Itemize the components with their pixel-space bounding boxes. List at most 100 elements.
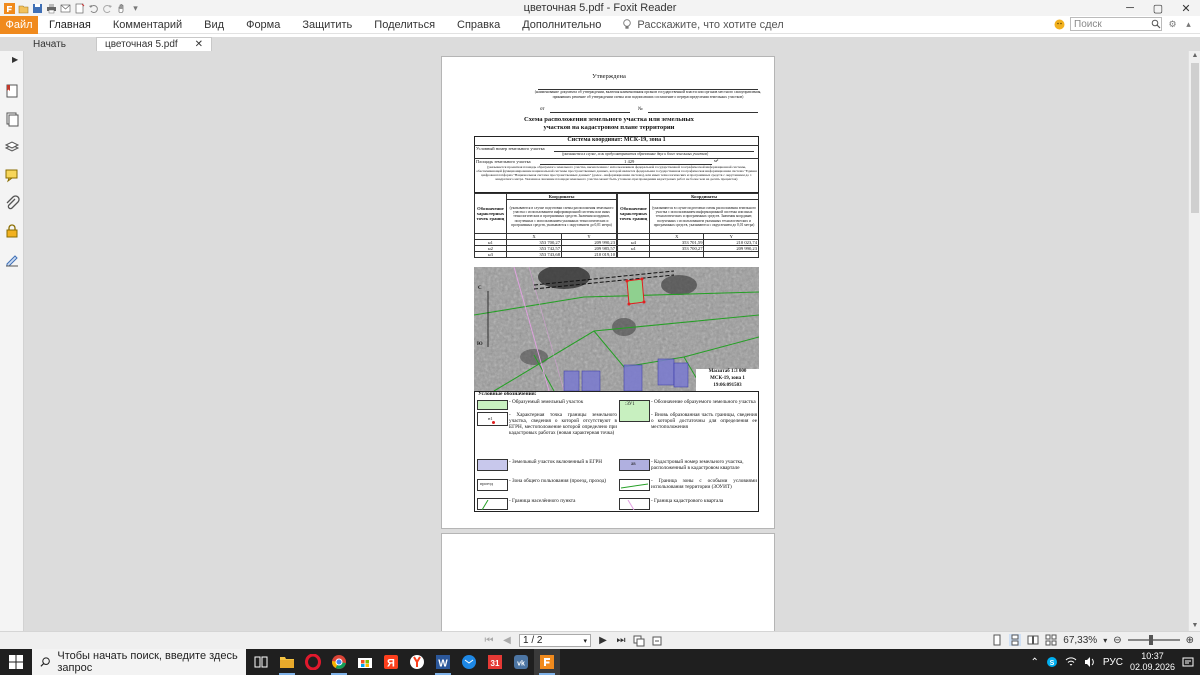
continuous-facing-view-icon[interactable] [1045,634,1057,646]
taskbar-app-foxit-reader[interactable] [534,649,560,675]
close-tab-icon[interactable]: ✕ [195,39,203,50]
tab-help[interactable]: Справка [446,16,511,34]
search-input[interactable]: Поиск [1070,17,1162,31]
open-icon[interactable] [18,3,29,14]
scroll-down-icon[interactable]: ▼ [1190,621,1200,631]
maximize-button[interactable]: ▢ [1144,0,1172,16]
title-bar: ▾ цветочная 5.pdf - Foxit Reader ─ ▢ ✕ [0,0,1200,16]
blank-cell [617,251,650,258]
last-page-icon[interactable]: ⏭ [615,635,627,647]
first-page-icon[interactable]: ⏮ [483,635,495,647]
security-lock-icon[interactable] [4,223,20,239]
zoom-slider-knob[interactable] [1149,635,1154,645]
taskbar-app-opera[interactable] [300,649,326,675]
next-page-icon[interactable]: ▶ [597,635,609,647]
rotate-view-icon[interactable] [651,635,663,647]
taskbar-app-mail[interactable] [456,649,482,675]
continuous-view-icon[interactable] [1009,634,1022,646]
show-hidden-icons-icon[interactable]: ⌃ [1031,657,1039,668]
previous-page-icon[interactable]: ◀ [501,635,513,647]
conditional-number-label: Условный номер земельного участка [476,146,545,151]
tab-start[interactable]: Начать [0,37,90,51]
taskbar-app-calendar[interactable]: 31 [482,649,508,675]
gear-icon[interactable]: ⚙ [1167,19,1178,30]
zoom-in-icon[interactable]: ⊕ [1186,635,1194,646]
start-button[interactable] [0,649,32,675]
calendar-badge: 31 [491,659,500,668]
area-unit: м² [714,158,719,163]
clock[interactable]: 10:37 02.09.2026 [1130,651,1175,673]
signature-tool-icon[interactable] [4,251,20,267]
new-doc-icon[interactable] [74,3,85,14]
calendar-icon: 31 [488,655,502,669]
bookmark-icon[interactable] [4,83,20,99]
fit-page-icon[interactable] [633,635,645,647]
legend-swatch-new-point: н1 [477,412,508,426]
notifications-icon[interactable] [1182,656,1194,668]
save-icon[interactable] [32,3,43,14]
taskbar-app-store[interactable] [352,649,378,675]
email-icon[interactable] [60,3,71,14]
single-page-view-icon[interactable] [991,634,1003,646]
skype-icon[interactable]: S [1046,656,1058,668]
minimize-button[interactable]: ─ [1116,0,1144,16]
page-number-input[interactable]: 1 / 2 ▾ [519,634,591,647]
tab-home[interactable]: Главная [38,16,102,34]
blank-cell [703,251,759,258]
hand-tool-icon[interactable] [116,3,127,14]
attachment-icon[interactable] [4,195,20,211]
taskbar-search-input[interactable]: Чтобы начать поиск, введите здесь запрос [32,649,246,675]
taskbar-app-chrome[interactable] [326,649,352,675]
network-icon[interactable] [1065,656,1077,668]
zouit-line-icon [620,483,649,489]
print-icon[interactable] [46,3,57,14]
zoom-level[interactable]: 67,33% [1063,635,1097,646]
layers-icon[interactable] [4,139,20,155]
file-menu-button[interactable]: Файл [0,15,38,34]
scrollbar-thumb[interactable] [1191,63,1199,213]
taskbar-apps: Я W 31 vk [248,649,560,675]
language-indicator[interactable]: РУС [1103,657,1123,668]
tab-form[interactable]: Форма [235,16,291,34]
tab-view[interactable]: Вид [193,16,235,34]
scroll-up-icon[interactable]: ▲ [1190,51,1200,61]
coords-table-right: Обозначение характерных точек границ Коор… [617,193,759,258]
taskbar-app-yandex[interactable]: Я [378,649,404,675]
page-dropdown-icon[interactable]: ▾ [583,637,587,645]
tab-extra[interactable]: Дополнительно [511,16,612,34]
zoom-dropdown-icon[interactable]: ▾ [1103,636,1107,645]
customize-qa-icon[interactable]: ▾ [130,3,141,14]
tab-document[interactable]: цветочная 5.pdf ✕ [96,37,212,51]
ribbon-collapse-icon[interactable]: ▴ [1183,19,1194,30]
task-view-button[interactable] [248,649,274,675]
coords-note: (указываются в случае подготовки схемы р… [506,199,617,234]
conditional-number-note: (указывается в случае, если предусматрив… [562,152,709,156]
pdf-page-1: Утверждена (наименование документа об ут… [441,56,775,529]
legend-swatch-text: ав [631,462,636,467]
undo-icon[interactable] [88,3,99,14]
pages-icon[interactable] [4,111,20,127]
tab-protect[interactable]: Защитить [291,16,363,34]
tell-me-box[interactable]: Расскажите, что хотите сдел [612,19,784,31]
tab-share[interactable]: Поделиться [363,16,446,34]
expand-panel-icon[interactable]: ▶ [12,55,18,64]
zoom-slider[interactable] [1127,635,1180,645]
taskbar-app-vk[interactable]: vk [508,649,534,675]
taskbar-app-word[interactable]: W [430,649,456,675]
smiley-icon[interactable] [1054,19,1065,30]
volume-icon[interactable] [1084,656,1096,668]
taskbar-app-file-explorer[interactable] [274,649,300,675]
yandex-icon: Я [384,655,398,670]
store-icon [358,658,372,668]
facing-view-icon[interactable] [1027,634,1039,646]
legend-swatch-text: проезд [480,481,494,486]
tab-comment[interactable]: Комментарий [102,16,193,34]
vertical-scrollbar[interactable]: ▲ ▼ [1188,51,1200,631]
comments-icon[interactable] [4,167,20,183]
search-icon[interactable] [1151,19,1161,29]
windows-taskbar: Чтобы начать поиск, введите здесь запрос… [0,649,1200,675]
zoom-out-icon[interactable]: ⊖ [1113,635,1121,646]
taskbar-app-yandex-browser[interactable] [404,649,430,675]
redo-icon[interactable] [102,3,113,14]
close-button[interactable]: ✕ [1172,0,1200,16]
